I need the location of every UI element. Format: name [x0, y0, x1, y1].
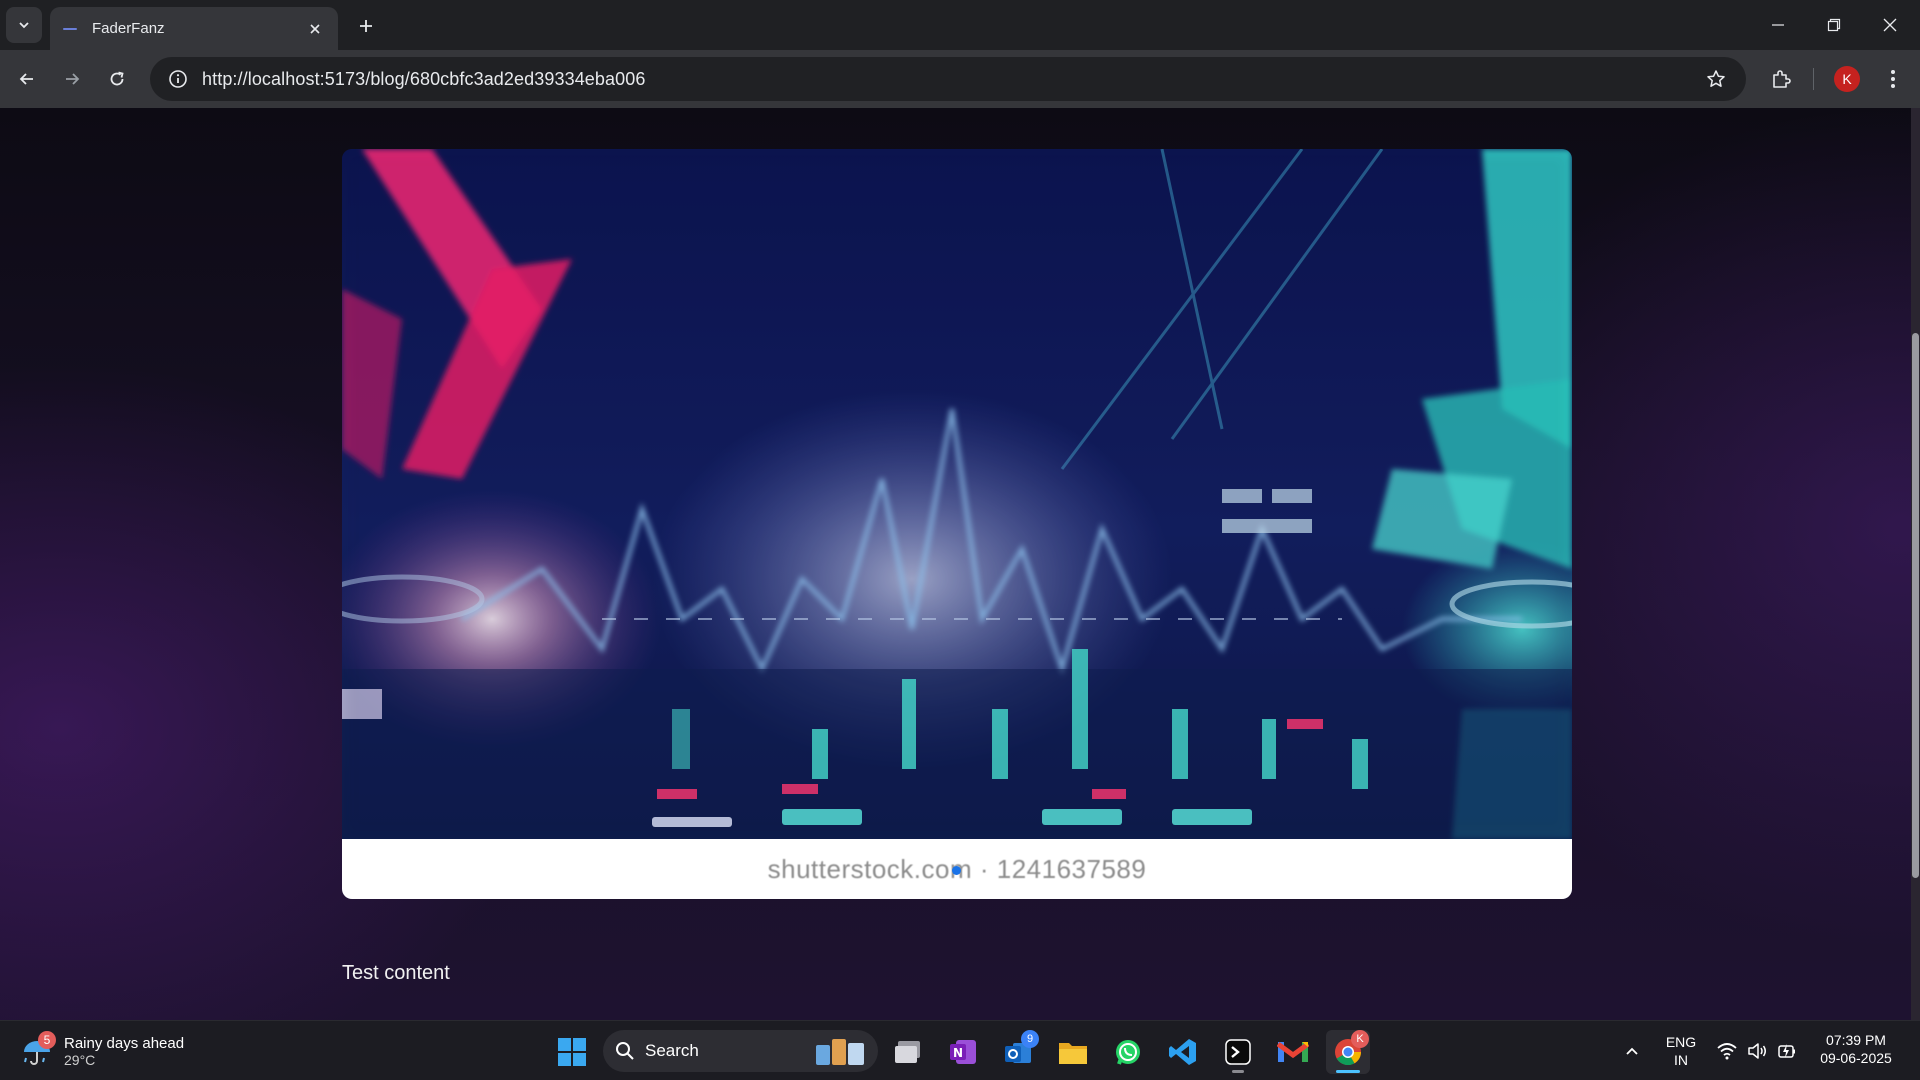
plus-icon: [360, 20, 372, 32]
taskbar-search[interactable]: Search: [603, 1030, 878, 1072]
avatar: K: [1834, 66, 1860, 92]
running-indicator-active: [1336, 1070, 1360, 1073]
minimize-button[interactable]: [1750, 0, 1806, 50]
bookmark-star-icon[interactable]: [1694, 57, 1738, 101]
carousel-indicator[interactable]: [952, 866, 961, 875]
address-bar[interactable]: http://localhost:5173/blog/680cbfc3ad2ed…: [150, 57, 1746, 101]
wifi-icon[interactable]: [1716, 1040, 1738, 1062]
clock-time: 07:39 PM: [1826, 1032, 1886, 1048]
chrome-profile-badge: K: [1351, 1030, 1369, 1048]
back-button[interactable]: [10, 62, 44, 96]
blog-page: shutterstock.com · 1241637589 Test conte…: [0, 108, 1920, 1020]
puzzle-icon: [1773, 70, 1791, 88]
task-view-button[interactable]: [886, 1030, 930, 1074]
restore-icon: [1827, 18, 1841, 32]
browser-toolbar: http://localhost:5173/blog/680cbfc3ad2ed…: [0, 50, 1920, 108]
chevron-up-icon: [1626, 1047, 1638, 1055]
reload-button[interactable]: [100, 62, 134, 96]
search-label: Search: [645, 1041, 699, 1060]
windows-taskbar: 5 Rainy days ahead 29°C Search N 9 K ENG…: [0, 1020, 1920, 1080]
new-tab-button[interactable]: [351, 11, 381, 41]
file-explorer-app[interactable]: [1051, 1030, 1095, 1074]
terminal-icon: [1225, 1039, 1251, 1065]
forward-button[interactable]: [55, 62, 89, 96]
battery-icon[interactable]: [1776, 1040, 1798, 1062]
windows-logo-icon: [558, 1038, 586, 1066]
tab-title: FaderFanz: [92, 20, 165, 37]
search-highlight-icon: [816, 1039, 864, 1065]
task-view-icon: [895, 1041, 920, 1063]
running-indicator: [1232, 1070, 1244, 1073]
arrow-left-icon: [19, 73, 33, 85]
weather-temp: 29°C: [64, 1051, 96, 1068]
outlook-badge: 9: [1021, 1030, 1039, 1048]
gmail-icon: [1277, 1041, 1309, 1062]
menu-button[interactable]: [1876, 62, 1910, 96]
post-content: Test content: [342, 962, 450, 984]
extensions-button[interactable]: [1764, 62, 1798, 96]
restore-button[interactable]: [1806, 0, 1862, 50]
tab-strip: FaderFanz: [0, 0, 1920, 50]
arrow-right-icon: [66, 73, 80, 85]
outlook-app[interactable]: 9: [996, 1030, 1040, 1074]
whatsapp-icon: [1116, 1040, 1140, 1065]
umbrella-icon: 5: [20, 1031, 56, 1068]
weather-badge: 5: [38, 1031, 56, 1049]
clock-date: 09-06-2025: [1820, 1050, 1892, 1066]
clock[interactable]: 07:39 PM 09-06-2025: [1808, 1031, 1904, 1067]
tab-favicon-icon: [62, 21, 78, 37]
profile-button[interactable]: K: [1830, 62, 1864, 96]
language-code: ENG: [1665, 1034, 1697, 1050]
kebab-menu-icon: [1891, 70, 1895, 88]
weather-widget[interactable]: 5 Rainy days ahead 29°C: [20, 1029, 184, 1073]
scrollbar[interactable]: [1911, 108, 1920, 1020]
show-hidden-icons-button[interactable]: [1621, 1040, 1643, 1062]
scrollbar-thumb[interactable]: [1912, 333, 1919, 878]
close-window-button[interactable]: [1862, 0, 1918, 50]
region-code: IN: [1674, 1052, 1688, 1068]
toolbar-divider: [1813, 68, 1814, 90]
svg-text:N: N: [953, 1046, 963, 1060]
terminal-app[interactable]: [1216, 1030, 1260, 1074]
vscode-icon: [1169, 1039, 1196, 1065]
close-tab-icon[interactable]: [304, 18, 326, 40]
vscode-app[interactable]: [1161, 1030, 1205, 1074]
url-text: http://localhost:5173/blog/680cbfc3ad2ed…: [202, 68, 646, 89]
onenote-app[interactable]: N: [941, 1030, 985, 1074]
weather-title: Rainy days ahead: [64, 1034, 185, 1052]
onenote-icon: N: [950, 1040, 976, 1064]
dj-mixer-image: [342, 149, 1572, 839]
tab-faderfanz[interactable]: FaderFanz: [50, 7, 338, 50]
gmail-app[interactable]: [1271, 1030, 1315, 1074]
start-button[interactable]: [550, 1030, 594, 1074]
minimize-icon: [1772, 24, 1784, 26]
language-indicator[interactable]: ENG IN: [1661, 1033, 1701, 1069]
whatsapp-app[interactable]: [1106, 1030, 1150, 1074]
search-icon: [616, 1042, 634, 1060]
tab-search-button[interactable]: [6, 7, 42, 43]
blog-hero-image: shutterstock.com · 1241637589: [342, 149, 1572, 899]
site-info-icon[interactable]: [156, 57, 200, 101]
chrome-app[interactable]: K: [1326, 1030, 1370, 1074]
folder-icon: [1059, 1043, 1087, 1064]
chevron-down-icon: [19, 22, 29, 29]
volume-icon[interactable]: [1746, 1040, 1768, 1062]
reload-icon: [110, 71, 124, 86]
close-icon: [1883, 18, 1897, 32]
